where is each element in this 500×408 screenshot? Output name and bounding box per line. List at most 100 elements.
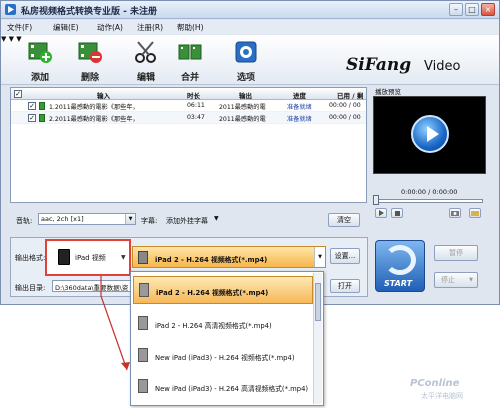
col-progress[interactable]: 进度 xyxy=(293,90,306,100)
audio-track-label: 音轨: xyxy=(16,217,33,225)
delete-label: 删除 xyxy=(80,73,99,83)
play-small-icon xyxy=(379,210,384,216)
video-file-icon xyxy=(39,102,45,110)
subtitle-label: 字幕: xyxy=(141,217,158,225)
format-value: iPad 2 - H.264 视频格式(*.mp4) xyxy=(155,256,268,264)
row-input: 2.2011最感動的電影《那些年， xyxy=(49,116,139,123)
folder-icon xyxy=(471,211,479,216)
file-row[interactable]: ✓ 1.2011最感動的電影《那些年， 06:11 2011最感動的電 准备就绪… xyxy=(11,100,366,112)
edit-label: 编辑 xyxy=(136,73,155,83)
add-dropdown-icon[interactable]: ▼ xyxy=(1,35,6,43)
row-progress: 准备就绪 xyxy=(287,116,312,123)
col-input[interactable]: 输入 xyxy=(97,90,110,100)
play-icon[interactable] xyxy=(411,115,449,153)
format-option[interactable]: New iPad (iPad3) - H.264 高清视频格式(*.mp4) xyxy=(133,373,313,401)
stop-dropdown-icon[interactable]: ▼ xyxy=(469,273,473,287)
output-dir-value: D:\360data\重要数据\资 xyxy=(55,284,129,292)
delete-button[interactable]: 删除 xyxy=(73,39,107,83)
watermark-sub: 太平洋电脑网 xyxy=(421,392,463,400)
clear-button[interactable]: 清空 xyxy=(328,213,360,227)
row-time: 00:00 / 00 xyxy=(329,114,361,121)
stop-button[interactable]: 停止 ▼ xyxy=(434,272,478,288)
menu-bar: 文件(F) 编辑(E) 动作(A) 注册(R) 帮助(H) xyxy=(1,20,499,34)
start-button[interactable]: START xyxy=(375,240,425,292)
add-video-icon xyxy=(28,42,52,63)
app-icon xyxy=(5,4,16,15)
maximize-button[interactable]: □ xyxy=(465,3,479,16)
seek-slider-handle[interactable] xyxy=(373,195,379,205)
row-checkbox[interactable]: ✓ xyxy=(28,102,36,110)
subtitle-select[interactable]: 添加外挂字幕 xyxy=(166,216,208,226)
device-select[interactable]: iPad 视频 ▼ xyxy=(45,239,131,276)
stop-preview-button[interactable] xyxy=(391,208,403,218)
seek-slider[interactable] xyxy=(375,199,483,203)
row-progress: 准备就绪 xyxy=(287,104,312,111)
folder-button[interactable] xyxy=(469,208,481,218)
menu-action[interactable]: 动作(A) xyxy=(97,22,123,33)
minimize-button[interactable]: – xyxy=(449,3,463,16)
ipad-icon xyxy=(138,316,148,330)
edit-button[interactable]: 编辑 xyxy=(129,39,163,83)
format-option[interactable]: New iPad (iPad3) - H.264 视频格式(*.mp4) xyxy=(133,342,313,370)
menu-edit[interactable]: 编辑(E) xyxy=(53,22,79,33)
file-list-header: ✓ 输入 时长 输出 进度 已用 / 剩余 xyxy=(11,88,366,110)
col-output[interactable]: 输出 xyxy=(239,90,252,100)
delete-dropdown-icon[interactable]: ▼ xyxy=(9,35,14,43)
play-button[interactable] xyxy=(375,208,387,218)
add-button[interactable]: 添加 xyxy=(23,39,57,83)
add-label: 添加 xyxy=(30,73,49,83)
col-duration[interactable]: 时长 xyxy=(187,90,200,100)
title-bar: 私房视频格式转换专业版 - 未注册 – □ × xyxy=(1,1,499,19)
settings-button[interactable]: 设置... xyxy=(330,248,360,264)
preview-time: 0:00:00 / 0:00:00 xyxy=(401,188,458,196)
file-row[interactable]: ✓ 2.2011最感動的電影《那些年， 03:47 2011最感動的電 准备就绪… xyxy=(11,112,366,124)
subtitle-dropdown-icon[interactable]: ▼ xyxy=(214,215,219,222)
scrollbar-thumb[interactable] xyxy=(315,283,321,321)
scissors-icon xyxy=(135,41,156,63)
format-option[interactable]: iPad 2 - H.264 视频格式(*.mp4) xyxy=(133,276,313,304)
ipad-icon xyxy=(139,283,149,297)
format-option-label: iPad 2 - H.264 高清视频格式(*.mp4) xyxy=(155,322,272,330)
row-output: 2011最感動的電 xyxy=(219,116,266,123)
merge-button[interactable]: 合并 xyxy=(173,39,207,83)
row-checkbox[interactable]: ✓ xyxy=(28,114,36,122)
watermark-brand: PConline xyxy=(410,378,460,389)
format-option-label: New iPad (iPad3) - H.264 视频格式(*.mp4) xyxy=(155,354,295,362)
dropdown-scrollbar[interactable] xyxy=(313,273,322,404)
options-button[interactable]: 选项 xyxy=(229,39,263,83)
options-label: 选项 xyxy=(236,73,255,83)
ipad-icon xyxy=(138,379,148,393)
merge-icon xyxy=(178,44,202,60)
ipad-icon xyxy=(138,251,148,264)
device-value: iPad 视频 xyxy=(75,254,106,262)
snapshot-button[interactable] xyxy=(449,208,461,218)
chevron-down-icon: ▼ xyxy=(121,254,126,261)
menu-help[interactable]: 帮助(H) xyxy=(177,22,204,33)
format-option[interactable]: iPad 2 - H.264 高清视频格式(*.mp4) xyxy=(133,310,313,338)
format-option-label: New iPad (iPad3) - H.264 高清视频格式(*.mp4) xyxy=(155,385,309,393)
select-all-checkbox[interactable]: ✓ xyxy=(14,90,22,98)
format-dropdown-list[interactable]: iPad 2 - H.264 视频格式(*.mp4) iPad 2 - H.26… xyxy=(130,271,324,406)
row-duration: 03:47 xyxy=(187,114,205,121)
preview-screen[interactable] xyxy=(373,96,486,174)
output-dir-input[interactable]: D:\360data\重要数据\资 xyxy=(52,280,132,292)
row-input: 1.2011最感動的電影《那些年， xyxy=(49,104,139,111)
chevron-down-icon: ▼ xyxy=(314,247,325,267)
audio-track-value: aac, 2ch [x1] xyxy=(41,215,84,223)
menu-register[interactable]: 注册(R) xyxy=(137,22,163,33)
close-button[interactable]: × xyxy=(481,3,495,16)
output-dir-label: 输出目录: xyxy=(15,284,46,292)
menu-file[interactable]: 文件(F) xyxy=(7,22,32,33)
open-button[interactable]: 打开 xyxy=(330,279,360,293)
pause-button[interactable]: 暂停 xyxy=(434,245,478,261)
ipad-icon xyxy=(58,249,70,265)
camera-icon xyxy=(451,211,459,216)
delete-video-icon xyxy=(78,42,102,63)
ipad-icon xyxy=(138,348,148,362)
format-option-label: iPad 2 - H.264 视频格式(*.mp4) xyxy=(156,289,269,297)
format-select[interactable]: iPad 2 - H.264 视频格式(*.mp4) ▼ xyxy=(132,246,326,268)
merge-dropdown-icon[interactable]: ▼ xyxy=(16,35,21,43)
audio-track-select[interactable]: aac, 2ch [x1] ▼ xyxy=(38,213,136,225)
output-format-label: 输出格式: xyxy=(15,254,46,262)
window-title: 私房视频格式转换专业版 - 未注册 xyxy=(21,7,158,17)
